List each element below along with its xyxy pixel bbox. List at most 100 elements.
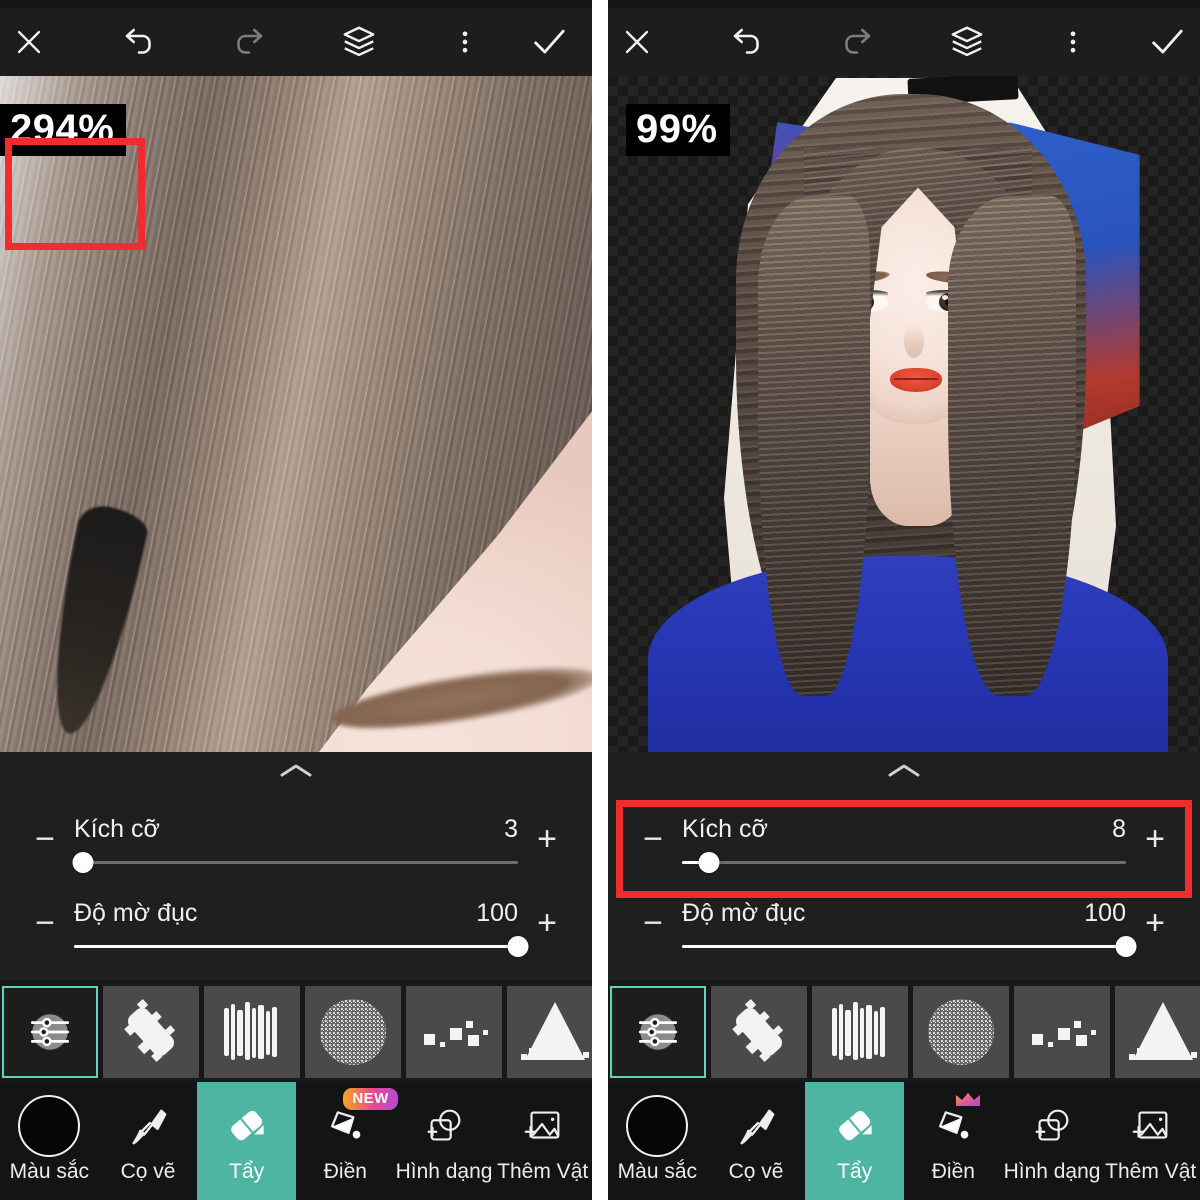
opacity-knob[interactable]	[507, 936, 529, 957]
opacity-track-fill	[682, 945, 1126, 948]
tool-brush-label: Cọ vẽ	[728, 1160, 784, 1183]
collapse-handle[interactable]	[0, 752, 592, 790]
size-slider-body[interactable]: Kích cỡ 3	[68, 815, 524, 874]
confirm-icon[interactable]	[1138, 13, 1196, 71]
brush-noise[interactable]	[913, 986, 1009, 1078]
artwork-portrait	[608, 76, 1200, 752]
size-increase-button[interactable]: +	[524, 822, 570, 874]
size-value: 8	[1112, 815, 1126, 843]
top-toolbar	[0, 8, 592, 76]
paintbrush-icon	[125, 1098, 171, 1154]
tool-add-object[interactable]: Thêm Vật	[1101, 1082, 1200, 1200]
opacity-value: 100	[476, 899, 518, 927]
size-increase-button[interactable]: +	[1132, 822, 1178, 874]
editor-canvas[interactable]: 294%	[0, 76, 592, 752]
close-icon[interactable]	[0, 13, 58, 71]
bottom-tool-bar[interactable]: Màu sắc Cọ vẽ	[608, 1082, 1200, 1200]
undo-icon[interactable]	[718, 13, 776, 71]
add-image-icon	[520, 1098, 566, 1154]
brush-squares[interactable]	[406, 986, 502, 1078]
size-track[interactable]	[72, 852, 518, 874]
brush-chalk[interactable]	[711, 986, 807, 1078]
chevron-up-icon	[280, 764, 312, 777]
redo-icon[interactable]	[220, 13, 278, 71]
chalk-stroke-icon	[124, 998, 176, 1063]
brush-palette[interactable]	[608, 982, 1200, 1082]
opacity-label: Độ mờ đục	[74, 899, 198, 927]
tool-brush-label: Cọ vẽ	[120, 1160, 176, 1183]
opacity-slider[interactable]: − Độ mờ đục 100 +	[608, 874, 1200, 958]
bristle-stroke-icon	[224, 1002, 277, 1060]
panel-before: 294% − Kích cỡ 3 + − Độ mờ đục 100 + Màu…	[0, 0, 592, 1200]
tool-fill-label: Điền	[931, 1160, 975, 1183]
size-slider-body[interactable]: Kích cỡ 8	[676, 815, 1132, 874]
size-slider[interactable]: − Kích cỡ 3 +	[0, 790, 592, 874]
opacity-slider-body[interactable]: Độ mờ đục 100	[68, 899, 529, 958]
brush-spray[interactable]	[1115, 986, 1200, 1078]
spray-triangle-icon	[521, 1002, 589, 1060]
size-decrease-button[interactable]: −	[22, 822, 68, 874]
undo-icon[interactable]	[110, 13, 168, 71]
brush-chalk[interactable]	[103, 986, 199, 1078]
tool-fill[interactable]: Điền	[904, 1082, 1003, 1200]
chevron-up-icon	[888, 764, 920, 777]
tool-brush[interactable]: Cọ vẽ	[707, 1082, 806, 1200]
opacity-slider-body[interactable]: Độ mờ đục 100	[676, 899, 1137, 958]
add-image-icon	[1128, 1098, 1174, 1154]
size-knob[interactable]	[698, 852, 720, 873]
brush-spray[interactable]	[507, 986, 592, 1078]
brush-settings[interactable]	[610, 986, 706, 1078]
spray-triangle-icon	[1129, 1002, 1197, 1060]
tool-color[interactable]: Màu sắc	[608, 1082, 707, 1200]
tool-brush[interactable]: Cọ vẽ	[99, 1082, 198, 1200]
tool-color[interactable]: Màu sắc	[0, 1082, 99, 1200]
panel-after: 99% − Kích cỡ 8 + − Độ mờ đục 100 + Màu …	[608, 0, 1200, 1200]
tool-shape-label: Hình dạng	[1003, 1160, 1101, 1183]
size-knob[interactable]	[72, 852, 94, 873]
size-slider[interactable]: − Kích cỡ 8 +	[608, 790, 1200, 874]
brush-bristle[interactable]	[812, 986, 908, 1078]
new-badge: NEW	[343, 1088, 398, 1110]
tool-shape[interactable]: Hình dạng	[1003, 1082, 1102, 1200]
size-decrease-button[interactable]: −	[630, 822, 676, 874]
layers-icon[interactable]	[938, 13, 996, 71]
color-swatch-icon	[626, 1095, 689, 1157]
opacity-track[interactable]	[74, 936, 529, 958]
tool-add-object-label: Thêm Vật	[1105, 1160, 1197, 1183]
size-track-bg	[682, 861, 1126, 864]
brush-settings[interactable]	[2, 986, 98, 1078]
opacity-knob[interactable]	[1115, 936, 1137, 957]
tool-eraser[interactable]: Tẩy	[805, 1082, 905, 1200]
bottom-tool-bar[interactable]: Màu sắc Cọ vẽ	[0, 1082, 592, 1200]
size-track[interactable]	[682, 852, 1126, 874]
collapse-handle[interactable]	[608, 752, 1200, 790]
opacity-increase-button[interactable]: +	[524, 906, 570, 958]
brush-palette[interactable]	[0, 982, 592, 1082]
top-toolbar	[608, 8, 1200, 76]
close-icon[interactable]	[608, 13, 666, 71]
tool-eraser[interactable]: Tẩy	[197, 1082, 297, 1200]
tool-add-object[interactable]: Thêm Vật	[493, 1082, 592, 1200]
square-dots-icon	[424, 1021, 488, 1047]
opacity-increase-button[interactable]: +	[1132, 906, 1178, 958]
more-options-icon[interactable]	[436, 13, 494, 71]
opacity-decrease-button[interactable]: −	[22, 906, 68, 958]
redo-icon[interactable]	[828, 13, 886, 71]
opacity-track[interactable]	[682, 936, 1137, 958]
chalk-stroke-icon	[732, 998, 784, 1063]
brush-squares[interactable]	[1014, 986, 1110, 1078]
bristle-stroke-icon	[832, 1002, 885, 1060]
tool-fill[interactable]: NEW Điền	[296, 1082, 398, 1200]
brush-controls-panel: − Kích cỡ 8 + − Độ mờ đục 100 +	[608, 752, 1200, 980]
brush-noise[interactable]	[305, 986, 401, 1078]
layers-icon[interactable]	[330, 13, 388, 71]
opacity-decrease-button[interactable]: −	[630, 906, 676, 958]
tool-shape[interactable]: Hình dạng	[395, 1082, 494, 1200]
tool-color-label: Màu sắc	[9, 1160, 90, 1183]
editor-canvas[interactable]: 99%	[608, 76, 1200, 752]
brush-bristle[interactable]	[204, 986, 300, 1078]
confirm-icon[interactable]	[520, 13, 578, 71]
more-options-icon[interactable]	[1044, 13, 1102, 71]
artwork-closeup	[0, 76, 592, 752]
opacity-slider[interactable]: − Độ mờ đục 100 +	[0, 874, 592, 958]
